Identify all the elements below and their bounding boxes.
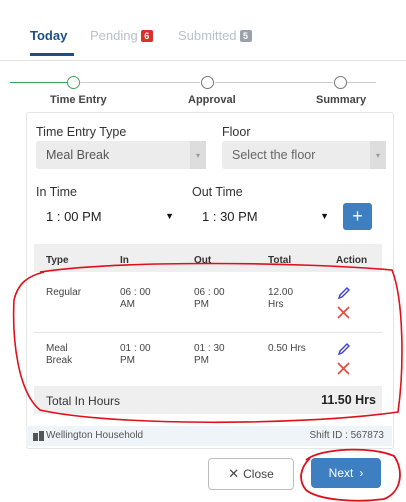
- delete-x-icon[interactable]: [337, 306, 350, 319]
- tab-bar: Today Pending 6 Submitted 5: [0, 0, 406, 61]
- in-time-label: In Time: [36, 185, 77, 199]
- row-divider: [34, 332, 382, 333]
- floor-placeholder: Select the floor: [232, 148, 316, 162]
- tab-submitted-label: Submitted: [178, 28, 237, 43]
- delete-x-icon[interactable]: [337, 362, 350, 375]
- tab-submitted[interactable]: Submitted 5: [178, 28, 252, 43]
- tab-today[interactable]: Today: [30, 28, 67, 43]
- column-header-in: In: [120, 255, 129, 266]
- in-time-value: 1 : 00 PM: [46, 208, 102, 224]
- next-button[interactable]: Next ›: [311, 458, 381, 488]
- caret-down-icon: ▼: [165, 211, 174, 221]
- caret-down-icon: ▼: [320, 211, 329, 221]
- total-hours-value: 11.50 Hrs: [321, 393, 376, 407]
- time-entry-type-value: Meal Break: [46, 148, 110, 162]
- building-icon: [33, 431, 44, 441]
- row-type: Meal Break: [46, 343, 73, 366]
- step-circle-time-entry: [67, 76, 80, 89]
- submitted-count-badge: 5: [239, 29, 252, 42]
- pending-count-badge: 6: [140, 29, 153, 42]
- out-time-select[interactable]: 1 : 30 PM ▼: [202, 202, 329, 230]
- card-footer: Wellington Household Shift ID : 567873: [26, 426, 392, 446]
- time-entry-type-label: Time Entry Type: [36, 125, 127, 139]
- time-entry-type-select[interactable]: Meal Break ▾: [36, 141, 206, 169]
- column-header-out: Out: [194, 255, 212, 266]
- chevron-right-icon: ›: [359, 466, 364, 480]
- row-type: Regular: [46, 287, 82, 298]
- row-out: 06 : 00 PM: [194, 287, 225, 310]
- total-hours-label: Total In Hours: [46, 394, 121, 408]
- step-label-approval: Approval: [188, 94, 236, 106]
- edit-pencil-icon[interactable]: [337, 286, 351, 300]
- shift-id: Shift ID : 567873: [309, 430, 385, 441]
- column-header-total: Total: [268, 255, 292, 266]
- step-label-time-entry: Time Entry: [50, 94, 107, 106]
- column-header-action: Action: [336, 255, 368, 266]
- row-out: 01 : 30 PM: [194, 343, 225, 366]
- floor-label: Floor: [222, 125, 251, 139]
- chevron-down-icon: ▾: [370, 141, 386, 169]
- floor-select[interactable]: Select the floor ▾: [222, 141, 386, 169]
- column-header-type: Type: [46, 255, 69, 266]
- close-button[interactable]: ✕ Close: [208, 458, 294, 490]
- active-tab-indicator: [30, 53, 74, 56]
- tab-pending-label: Pending: [90, 28, 138, 43]
- close-icon: ✕: [228, 466, 240, 481]
- close-button-label: Close: [243, 467, 274, 481]
- step-circle-summary: [334, 76, 347, 89]
- row-in: 01 : 00 PM: [120, 343, 151, 366]
- in-time-select[interactable]: 1 : 00 PM ▼: [46, 202, 174, 230]
- edit-pencil-icon[interactable]: [337, 342, 351, 356]
- step-label-summary: Summary: [316, 94, 367, 106]
- stepper-progress-line: [10, 82, 68, 83]
- out-time-label: Out Time: [192, 185, 243, 199]
- plus-icon: +: [352, 206, 363, 226]
- add-time-entry-button[interactable]: +: [343, 203, 372, 230]
- step-circle-approval: [201, 76, 214, 89]
- household-name: Wellington Household: [46, 430, 144, 441]
- total-hours-row: Total In Hours 11.50 Hrs: [34, 386, 382, 414]
- tab-today-label: Today: [30, 28, 68, 43]
- row-total: 0.50 Hrs: [268, 343, 306, 354]
- row-in: 06 : 00 AM: [120, 287, 151, 310]
- chevron-down-icon: ▾: [190, 141, 206, 169]
- next-button-label: Next: [328, 466, 354, 480]
- stepper-line-3: [346, 82, 376, 83]
- tab-pending[interactable]: Pending 6: [90, 28, 153, 43]
- row-total: 12.00 Hrs: [268, 287, 294, 310]
- stepper-line-1: [80, 82, 200, 83]
- stepper-line-2: [215, 82, 333, 83]
- out-time-value: 1 : 30 PM: [202, 208, 258, 224]
